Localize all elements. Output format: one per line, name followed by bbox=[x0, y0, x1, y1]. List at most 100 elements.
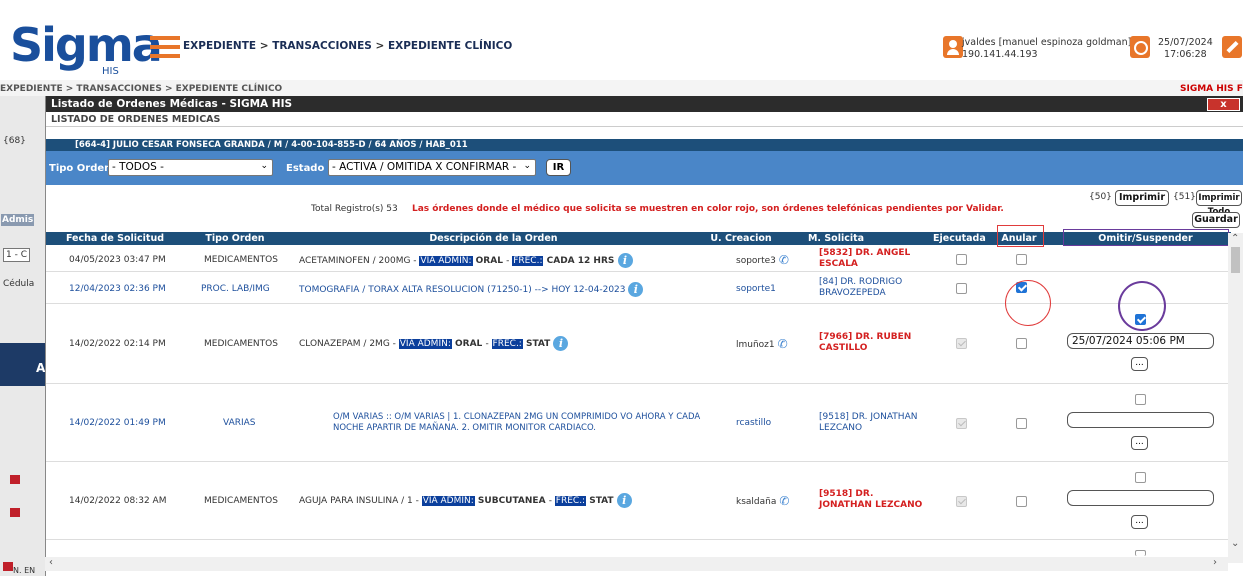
sigma-logo[interactable]: Sigma HIS bbox=[6, 18, 163, 78]
print-all-button[interactable]: Imprimir Todo bbox=[1196, 190, 1242, 217]
horizontal-scrollbar[interactable]: ‹ › bbox=[45, 557, 1228, 571]
scroll-up-icon[interactable]: ⌃ bbox=[1231, 233, 1239, 244]
anular-checkbox[interactable] bbox=[1016, 496, 1027, 507]
col-fecha[interactable]: Fecha de Solicitud bbox=[46, 232, 184, 245]
ejecutada-checkbox[interactable] bbox=[956, 254, 967, 265]
breadcrumb-separator: > bbox=[259, 40, 273, 52]
flag-icon bbox=[10, 508, 20, 517]
omitir-options-button[interactable]: ... bbox=[1131, 436, 1148, 450]
modal-subtitle: LISTADO DE ORDENES MEDICAS bbox=[51, 114, 221, 125]
col-usuario[interactable]: U. Creacion bbox=[701, 232, 781, 245]
via-value: SUBCUTANEA bbox=[474, 496, 549, 506]
app-header: Sigma HIS EXPEDIENTE > TRANSACCIONES > E… bbox=[0, 0, 1243, 80]
hamburger-icon[interactable] bbox=[150, 36, 180, 58]
cell-tipo: PROC. LAB/IMG bbox=[201, 284, 270, 294]
desc-text: ACETAMINOFEN / 200MG - bbox=[299, 256, 420, 266]
scroll-down-icon[interactable]: ⌄ bbox=[1231, 538, 1239, 549]
save-button[interactable]: Guardar bbox=[1192, 212, 1240, 228]
col-descripcion[interactable]: Descripción de la Orden bbox=[286, 232, 701, 245]
flag-icon bbox=[3, 562, 13, 571]
ir-button[interactable]: IR bbox=[546, 159, 571, 176]
usuario-name: ksaldaña bbox=[736, 497, 777, 507]
close-button[interactable]: x bbox=[1207, 98, 1240, 111]
app-root: Sigma HIS EXPEDIENTE > TRANSACCIONES > E… bbox=[0, 0, 1243, 576]
anular-checkbox[interactable] bbox=[1016, 254, 1027, 265]
anular-checkbox[interactable] bbox=[1016, 338, 1027, 349]
ejecutada-checkbox bbox=[956, 338, 967, 349]
desc-text: AGUJA PARA INSULINA / 1 - bbox=[299, 496, 422, 506]
modal-titlebar: Listado de Ordenes Médicas - SIGMA HIS x bbox=[46, 96, 1243, 112]
cell-fecha: 14/02/2022 01:49 PM bbox=[69, 418, 166, 428]
vertical-scrollbar[interactable]: ⌃ ⌄ bbox=[1228, 233, 1243, 563]
omitir-checkbox[interactable] bbox=[1135, 550, 1146, 556]
omitir-options-button[interactable]: ... bbox=[1131, 515, 1148, 529]
annotation-circle-omitir bbox=[1118, 281, 1166, 331]
omitir-date-input[interactable] bbox=[1067, 412, 1214, 428]
omitir-options-button[interactable]: ... bbox=[1131, 357, 1148, 371]
table-row[interactable]: 04/05/2023 03:47 PM MEDICAMENTOS ACETAMI… bbox=[46, 245, 1231, 272]
desc-text: TOMOGRAFIA / TORAX ALTA RESOLUCION (7125… bbox=[299, 285, 629, 295]
chevron-down-icon: ⌄ bbox=[523, 161, 531, 171]
cell-fecha: 12/04/2023 02:36 PM bbox=[69, 284, 166, 294]
info-icon[interactable]: i bbox=[617, 253, 633, 268]
omitir-checkbox[interactable] bbox=[1135, 472, 1146, 483]
warning-message: Las órdenes donde el médico que solicita… bbox=[412, 204, 1004, 214]
breadcrumb-item[interactable]: EXPEDIENTE bbox=[183, 40, 256, 52]
table-row[interactable]: 14/02/2022 08:32 AM MEDICAMENTOS AGUJA P… bbox=[46, 462, 1231, 540]
omitir-date-input[interactable]: 25/07/2024 05:06 PM bbox=[1067, 333, 1214, 349]
via-value: ORAL bbox=[472, 256, 507, 266]
logo-text: Sigma bbox=[10, 18, 163, 72]
col-medico[interactable]: M. Solicita bbox=[781, 232, 891, 245]
scroll-right-icon[interactable]: › bbox=[1213, 557, 1217, 568]
col-tipo[interactable]: Tipo Orden bbox=[184, 232, 286, 245]
cell-fecha: 14/02/2022 02:14 PM bbox=[69, 339, 166, 349]
table-row[interactable]: 14/02/2022 01:49 PM VARIAS O/M VARIAS ::… bbox=[46, 384, 1231, 462]
col-ejecutada[interactable]: Ejecutada bbox=[933, 232, 986, 245]
scroll-thumb[interactable] bbox=[1231, 247, 1240, 273]
tools-icon[interactable] bbox=[1222, 36, 1242, 58]
background-label: {68} bbox=[3, 136, 26, 146]
breadcrumb-item[interactable]: EXPEDIENTE CLÍNICO bbox=[388, 40, 512, 52]
current-time: 17:06:28 bbox=[1164, 49, 1207, 60]
info-icon[interactable]: i bbox=[553, 336, 569, 351]
filter-bar: Tipo Orden - TODOS - ⌄ Estado - ACTIVA /… bbox=[46, 151, 1243, 185]
print-button[interactable]: Imprimir bbox=[1115, 190, 1169, 206]
ejecutada-checkbox[interactable] bbox=[956, 283, 967, 294]
omitir-date-input[interactable] bbox=[1067, 490, 1214, 506]
cell-descripcion: AGUJA PARA INSULINA / 1 - VIA ADMIN: SUB… bbox=[299, 493, 632, 508]
cell-usuario: lmuñoz1 ✆ bbox=[736, 338, 788, 351]
cell-fecha: 04/05/2023 03:47 PM bbox=[69, 255, 166, 265]
background-dark-block: As bbox=[0, 343, 52, 386]
background-label: Cédula bbox=[3, 279, 35, 289]
via-value: ORAL bbox=[451, 339, 486, 349]
estado-value: - ACTIVA / OMITIDA X CONFIRMAR - bbox=[332, 161, 517, 173]
orders-modal: Listado de Ordenes Médicas - SIGMA HIS x… bbox=[45, 96, 1243, 576]
breadcrumb-item[interactable]: TRANSACCIONES bbox=[272, 40, 372, 52]
tipo-orden-select[interactable]: - TODOS - ⌄ bbox=[108, 159, 273, 176]
anular-checkbox[interactable] bbox=[1016, 418, 1027, 429]
background-left-panel: {68} Admis 1 - C Cédula bbox=[0, 96, 45, 576]
breadcrumb-separator: > bbox=[375, 40, 388, 52]
user-name: jvaldes [manuel espinoza goldman] @ bbox=[962, 37, 1144, 48]
table-row[interactable]: 14/02/2022 02:14 PM MEDICAMENTOS CLONAZE… bbox=[46, 304, 1231, 384]
background-label: N. EN bbox=[13, 566, 36, 575]
info-icon[interactable]: i bbox=[628, 282, 644, 297]
scroll-left-icon[interactable]: ‹ bbox=[49, 557, 53, 568]
print-code-50: {50} bbox=[1089, 192, 1112, 202]
breadcrumb: EXPEDIENTE > TRANSACCIONES > EXPEDIENTE … bbox=[183, 40, 512, 52]
omitir-checkbox[interactable] bbox=[1135, 394, 1146, 405]
info-icon[interactable]: i bbox=[616, 493, 632, 508]
via-label: VIA ADMIN: bbox=[421, 496, 475, 506]
tipo-orden-value: - TODOS - bbox=[112, 161, 164, 173]
cell-usuario: soporte1 bbox=[736, 284, 776, 294]
user-info: jvaldes [manuel espinoza goldman] @ 190.… bbox=[962, 37, 1144, 61]
estado-select[interactable]: - ACTIVA / OMITIDA X CONFIRMAR - ⌄ bbox=[328, 159, 536, 176]
divider bbox=[46, 126, 1243, 127]
frec-label: FREC.: bbox=[491, 339, 523, 349]
user-icon[interactable] bbox=[943, 36, 963, 58]
background-select: 1 - C bbox=[3, 248, 30, 262]
clock-icon[interactable] bbox=[1130, 36, 1150, 58]
table-row[interactable]: 12/04/2023 02:36 PM PROC. LAB/IMG TOMOGR… bbox=[46, 272, 1231, 304]
annotation-box-anular bbox=[997, 225, 1044, 247]
patient-info: [664-4] JULIO CESAR FONSECA GRANDA / M /… bbox=[75, 140, 468, 150]
